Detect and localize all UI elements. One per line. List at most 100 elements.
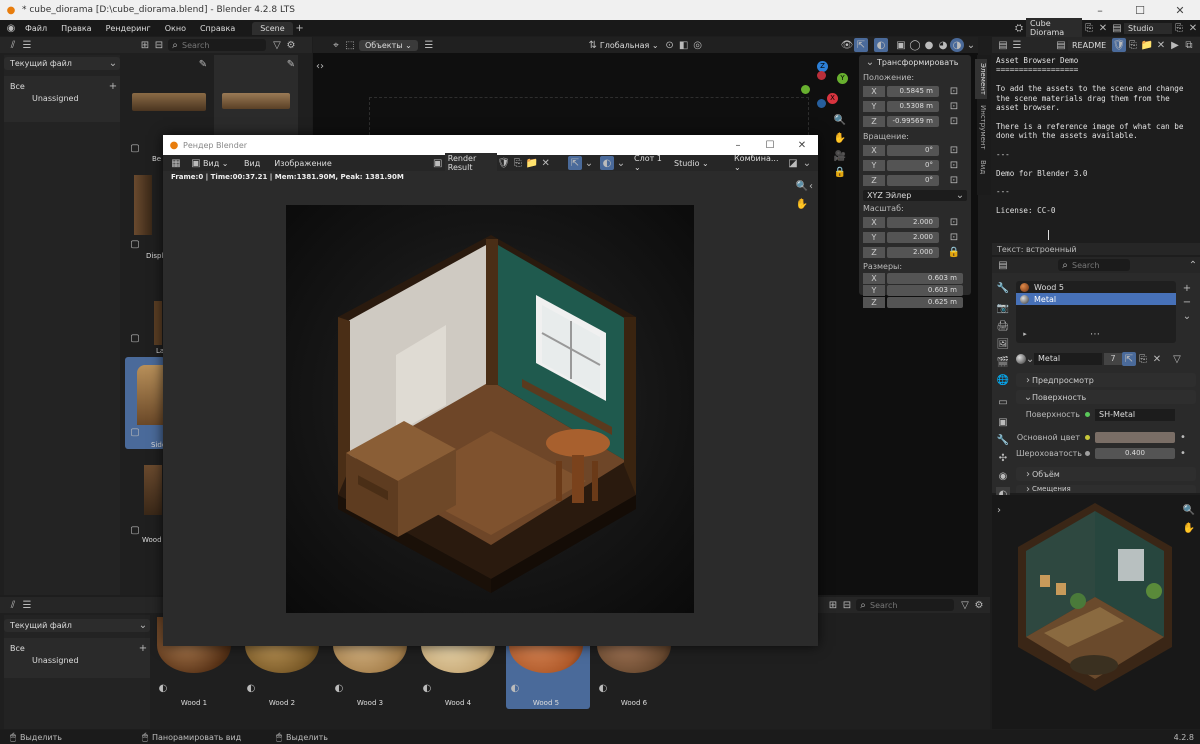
menu-image[interactable]: Изображение bbox=[267, 159, 339, 168]
zoom-icon[interactable]: 🔍 bbox=[1182, 503, 1196, 517]
lock-icon[interactable]: ⊡ bbox=[947, 99, 961, 113]
hand-pan-icon[interactable]: ✋ bbox=[795, 197, 809, 211]
minimize-icon[interactable]: – bbox=[722, 140, 754, 151]
rotation-mode-select[interactable]: XYZ Эйлер ⌄ bbox=[863, 190, 967, 201]
lock-camera-icon[interactable]: 🔒 bbox=[833, 165, 847, 179]
unlink-icon[interactable]: ✕ bbox=[1154, 38, 1168, 52]
roughness-field[interactable]: 0.400 bbox=[1095, 448, 1175, 459]
catalog-unassigned[interactable]: Unassigned bbox=[4, 654, 150, 666]
lock-closed-icon[interactable]: 🔒 bbox=[947, 245, 961, 259]
slot-menu-icon[interactable]: ⌄ bbox=[1180, 309, 1194, 323]
dimension-z-field[interactable]: 0.625 m bbox=[887, 297, 963, 308]
material-name-field[interactable]: Metal bbox=[1034, 353, 1102, 365]
chevron-down-icon[interactable]: ⌄ bbox=[800, 156, 814, 170]
hand-pan-icon[interactable]: ✋ bbox=[833, 131, 847, 145]
proportional-icon[interactable]: ◎ bbox=[691, 38, 705, 52]
layer-selector[interactable]: Studio ⌄ bbox=[674, 159, 732, 168]
add-slot-icon[interactable]: + bbox=[1180, 281, 1194, 295]
display-mode-icon[interactable]: ⊞ bbox=[138, 38, 152, 52]
lock-icon[interactable]: ⊡ bbox=[947, 173, 961, 187]
orientation-selector[interactable]: Глобальная ⌄ bbox=[600, 41, 659, 50]
menu-view[interactable]: Вид bbox=[237, 159, 267, 168]
location-x-field[interactable]: 0.5845 m bbox=[887, 85, 939, 97]
location-z-field[interactable]: -0.99569 m bbox=[887, 115, 939, 127]
copy-icon[interactable]: ⎘ bbox=[511, 156, 525, 170]
workspace-tab-scene[interactable]: Scene bbox=[252, 21, 293, 35]
navigation-gizmo[interactable]: Z Y X bbox=[797, 61, 849, 113]
zoom-icon[interactable]: 🔍 bbox=[833, 113, 847, 127]
view-mode-selector[interactable]: Вид ⌄ bbox=[203, 159, 237, 168]
view-layer-tab-icon[interactable]: 🖼 bbox=[996, 337, 1010, 351]
copy-icon[interactable]: ⎘ bbox=[1126, 38, 1140, 52]
editor-type-icon[interactable]: ▤ bbox=[996, 38, 1010, 52]
copy-icon[interactable]: ⎘ bbox=[1136, 352, 1150, 366]
blender-menu-icon[interactable]: ◉ bbox=[4, 21, 18, 35]
material-slot-item[interactable]: Wood 5 bbox=[1016, 281, 1176, 293]
chevron-down-icon[interactable]: ⌄ bbox=[863, 55, 877, 69]
edit-icon[interactable]: ✎ bbox=[196, 57, 210, 71]
catalog-all[interactable]: Все + bbox=[4, 642, 150, 654]
mode-selector[interactable]: Объекты ⌄ bbox=[359, 39, 418, 51]
menu-edit[interactable]: Правка bbox=[54, 24, 98, 33]
world-tab-icon[interactable]: 🌐 bbox=[996, 373, 1010, 387]
funnel-icon[interactable]: ▽ bbox=[1170, 352, 1184, 366]
section-volume[interactable]: › Объём bbox=[1016, 467, 1196, 481]
text-body[interactable]: Asset Browser Demo ================== To a… bbox=[992, 53, 1200, 219]
section-displacement[interactable]: › Смещения bbox=[1016, 485, 1196, 493]
tab-tool[interactable]: Инструмент bbox=[975, 101, 987, 153]
editor-type-icon[interactable]: ⫽ bbox=[6, 598, 20, 612]
display-channels-icon[interactable]: ◪ bbox=[786, 156, 800, 170]
modifier-tab-icon[interactable]: 🔧 bbox=[996, 433, 1010, 447]
shading-wire-icon[interactable]: ◯ bbox=[908, 38, 922, 52]
funnel-icon[interactable]: ▽ bbox=[270, 38, 284, 52]
lock-icon[interactable]: ⊡ bbox=[947, 230, 961, 244]
editor-type-icon[interactable]: ⫽ bbox=[6, 38, 20, 52]
location-y-field[interactable]: 0.5308 m bbox=[887, 100, 939, 112]
xray-icon[interactable]: ▣ bbox=[894, 38, 908, 52]
asset-item[interactable] bbox=[126, 165, 166, 245]
section-surface[interactable]: ⌄ Поверхность bbox=[1016, 390, 1196, 404]
asset-item[interactable]: ✎ bbox=[126, 57, 210, 137]
slot-selector[interactable]: Слот 1 ⌄ bbox=[634, 154, 670, 172]
render-tab-icon[interactable]: 📷 bbox=[996, 301, 1010, 315]
close-icon[interactable]: ✕ bbox=[1160, 4, 1200, 17]
snap-icon[interactable]: ◧ bbox=[677, 38, 691, 52]
lock-icon[interactable]: ⊡ bbox=[947, 158, 961, 172]
keyframe-icon[interactable]: • bbox=[1179, 431, 1187, 445]
copy-layer-icon[interactable]: ⎘ bbox=[1172, 21, 1186, 35]
axis-y-icon[interactable]: Y bbox=[837, 73, 848, 84]
remove-scene-icon[interactable]: ✕ bbox=[1096, 21, 1110, 35]
base-color-swatch[interactable] bbox=[1095, 432, 1175, 443]
edit-icon[interactable]: ✎ bbox=[284, 57, 298, 71]
material-slot-item-selected[interactable]: Metal bbox=[1016, 293, 1176, 305]
text-block-selector[interactable]: README bbox=[1068, 39, 1112, 51]
library-selector[interactable]: Текущий файл ⌄ bbox=[4, 619, 150, 632]
shading-solid-icon[interactable]: ● bbox=[922, 38, 936, 52]
pivot-icon[interactable]: ⊙ bbox=[663, 38, 677, 52]
hand-pan-icon[interactable]: ✋ bbox=[1182, 521, 1196, 535]
filter-icon[interactable]: ⊟ bbox=[840, 598, 854, 612]
unlink-icon[interactable]: ✕ bbox=[539, 156, 553, 170]
output-tab-icon[interactable]: 🖨 bbox=[996, 319, 1010, 333]
reference-viewport[interactable]: › 🔍 ✋ bbox=[992, 495, 1200, 729]
scale-y-field[interactable]: 2.000 bbox=[887, 231, 939, 243]
axis-x-icon[interactable]: X bbox=[827, 93, 838, 104]
gizmo-icon[interactable]: ⇱ bbox=[854, 38, 868, 52]
remove-slot-icon[interactable]: − bbox=[1180, 295, 1194, 309]
filter-icon[interactable]: ⊟ bbox=[152, 38, 166, 52]
run-script-icon[interactable]: ▶ bbox=[1168, 38, 1182, 52]
minimize-icon[interactable]: – bbox=[1080, 4, 1120, 17]
axis-neg-z-icon[interactable] bbox=[817, 99, 826, 108]
gear-icon[interactable]: ⚙ bbox=[972, 598, 986, 612]
collection-tab-icon[interactable]: ▭ bbox=[996, 395, 1010, 409]
shading-material-icon[interactable]: ◕ bbox=[936, 38, 950, 52]
gizmo-icon[interactable]: ⇱ bbox=[568, 156, 582, 170]
tab-item[interactable]: Элемент bbox=[975, 59, 987, 99]
dimension-y-field[interactable]: 0.603 m bbox=[887, 285, 963, 296]
menu-icon[interactable]: ☰ bbox=[1010, 38, 1024, 52]
keyframe-icon[interactable]: • bbox=[1179, 447, 1187, 461]
tool-tab-icon[interactable]: 🔧 bbox=[996, 281, 1010, 295]
axis-neg-x-icon[interactable] bbox=[817, 71, 826, 80]
asset-search-input[interactable]: ⌕ Search bbox=[856, 599, 954, 611]
lock-icon[interactable]: ⊡ bbox=[947, 143, 961, 157]
